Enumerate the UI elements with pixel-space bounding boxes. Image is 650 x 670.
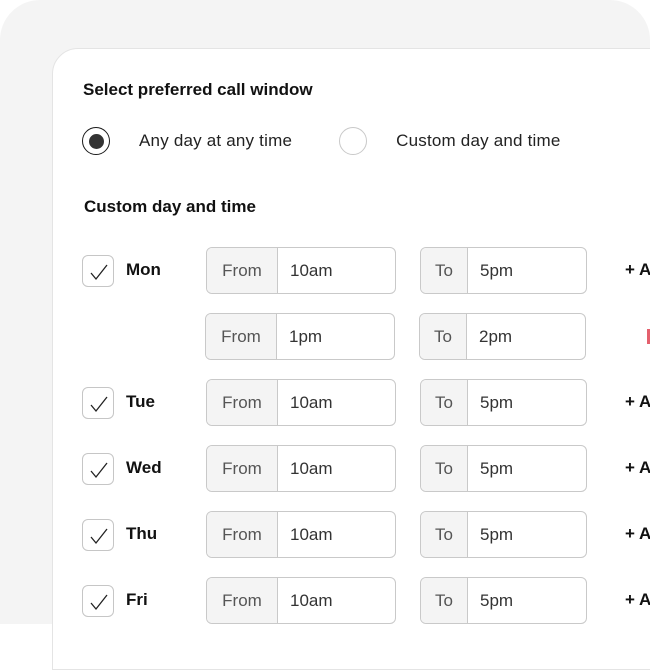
- from-time-field-mon-extra[interactable]: From: [205, 313, 395, 360]
- schedule-row-fri: Fri From To + A: [82, 577, 650, 625]
- schedule-row-mon: Mon From To + A: [82, 247, 650, 295]
- day-label-tue: Tue: [126, 392, 155, 411]
- from-time-field-wed[interactable]: From: [206, 445, 396, 492]
- radio-custom-day[interactable]: [339, 127, 368, 155]
- from-time-field-mon[interactable]: From: [206, 247, 396, 294]
- to-time-field-fri[interactable]: To: [420, 577, 587, 624]
- from-prefix: From: [207, 578, 278, 623]
- from-prefix: From: [207, 380, 278, 425]
- radio-selected-dot: [88, 133, 104, 149]
- call-window-radio-group: Any day at any time Custom day and time: [82, 127, 561, 155]
- to-prefix: To: [421, 446, 468, 491]
- from-time-input-mon[interactable]: [278, 248, 395, 293]
- add-time-slot-link-mon[interactable]: + A: [625, 260, 650, 280]
- to-time-field-mon[interactable]: To: [420, 247, 587, 294]
- day-checkbox-thu[interactable]: [82, 519, 114, 551]
- day-label-fri: Fri: [126, 590, 148, 609]
- checkmark-icon: [90, 462, 108, 479]
- to-prefix: To: [420, 314, 467, 359]
- from-prefix: From: [206, 314, 277, 359]
- to-prefix: To: [421, 380, 468, 425]
- checkmark-icon: [90, 528, 108, 545]
- day-checkbox-wed[interactable]: [82, 453, 114, 485]
- schedule-row-wed: Wed From To + A: [82, 445, 650, 493]
- to-time-field-wed[interactable]: To: [420, 445, 587, 492]
- day-checkbox-fri[interactable]: [82, 585, 114, 617]
- custom-section-title: Custom day and time: [84, 197, 256, 216]
- from-time-input-mon-extra[interactable]: [277, 314, 394, 359]
- to-time-input-tue[interactable]: [468, 380, 586, 425]
- day-label-wed: Wed: [126, 458, 162, 477]
- schedule-row-thu: Thu From To + A: [82, 511, 650, 559]
- add-time-slot-link-tue[interactable]: + A: [625, 392, 650, 412]
- to-time-input-mon-extra[interactable]: [467, 314, 585, 359]
- from-time-field-fri[interactable]: From: [206, 577, 396, 624]
- to-time-input-thu[interactable]: [468, 512, 586, 557]
- checkmark-icon: [90, 264, 108, 281]
- add-time-slot-link-thu[interactable]: + A: [625, 524, 650, 544]
- from-time-input-fri[interactable]: [278, 578, 395, 623]
- from-prefix: From: [207, 446, 278, 491]
- radio-any-day[interactable]: [82, 127, 110, 155]
- from-time-input-tue[interactable]: [278, 380, 395, 425]
- from-time-input-wed[interactable]: [278, 446, 395, 491]
- day-checkbox-tue[interactable]: [82, 387, 114, 419]
- to-prefix: To: [421, 578, 468, 623]
- call-window-card: Select preferred call window Any day at …: [52, 48, 650, 670]
- from-time-field-tue[interactable]: From: [206, 379, 396, 426]
- add-time-slot-link-wed[interactable]: + A: [625, 458, 650, 478]
- schedule-row-mon-extra: From To: [82, 313, 650, 361]
- schedule-row-tue: Tue From To + A: [82, 379, 650, 427]
- from-prefix: From: [207, 248, 278, 293]
- radio-any-day-label[interactable]: Any day at any time: [139, 131, 292, 151]
- day-label-thu: Thu: [126, 524, 158, 543]
- from-time-input-thu[interactable]: [278, 512, 395, 557]
- to-time-input-wed[interactable]: [468, 446, 586, 491]
- from-time-field-thu[interactable]: From: [206, 511, 396, 558]
- to-time-input-fri[interactable]: [468, 578, 586, 623]
- day-checkbox-mon[interactable]: [82, 255, 114, 287]
- to-prefix: To: [421, 512, 468, 557]
- to-time-field-mon-extra[interactable]: To: [419, 313, 586, 360]
- day-label-mon: Mon: [126, 260, 161, 279]
- form-title: Select preferred call window: [83, 80, 313, 99]
- to-time-field-thu[interactable]: To: [420, 511, 587, 558]
- to-time-field-tue[interactable]: To: [420, 379, 587, 426]
- checkmark-icon: [90, 594, 108, 611]
- to-prefix: To: [421, 248, 468, 293]
- to-time-input-mon[interactable]: [468, 248, 586, 293]
- radio-custom-day-label[interactable]: Custom day and time: [396, 131, 560, 151]
- from-prefix: From: [207, 512, 278, 557]
- add-time-slot-link-fri[interactable]: + A: [625, 590, 650, 610]
- checkmark-icon: [90, 396, 108, 413]
